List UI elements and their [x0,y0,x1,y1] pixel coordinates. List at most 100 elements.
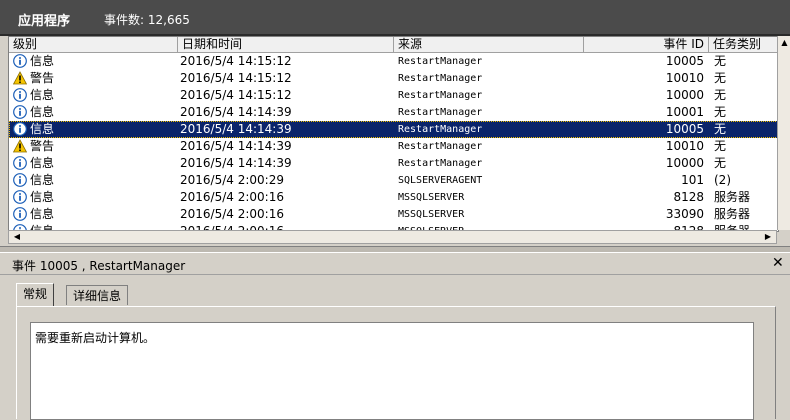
source-cell: RestartManager [398,124,483,135]
table-row[interactable]: 信息 2016/5/4 14:14:39 RestartManager 10001 无 [9,104,778,121]
tab-details[interactable]: 详细信息 [66,285,129,305]
level-cell: 信息 [13,206,178,223]
level-label: 信息 [30,54,55,68]
column-header: 级别 日期和时间 来源 事件 ID 任务类别 [9,37,778,53]
table-row[interactable]: 信息 2016/5/4 2:00:16 MSSQLSERVER 33090 服务器 [9,206,778,223]
datetime-cell: 2016/5/4 2:00:16 [180,190,284,204]
event-rows: 信息 2016/5/4 14:15:12 RestartManager 10005 无警… [9,53,778,231]
tab-general[interactable]: 常规 [16,283,55,307]
detail-header: 事件 10005 , RestartManager ✕ [0,254,790,275]
datetime-cell: 2016/5/4 14:14:39 [180,156,292,170]
level-label: 信息 [30,207,55,221]
close-icon[interactable]: ✕ [772,255,784,271]
info-icon [13,88,30,102]
source-cell: RestartManager [398,73,483,84]
source-cell: RestartManager [398,141,483,152]
info-icon [13,207,30,221]
event-id-cell: 33090 [665,207,704,221]
scroll-up-arrow-icon[interactable]: ▲ [778,36,790,50]
info-icon [13,156,30,170]
source-cell: RestartManager [398,56,483,67]
datetime-cell: 2016/5/4 14:15:12 [180,54,292,68]
event-id-cell: 10005 [665,122,704,136]
source-cell: RestartManager [398,107,483,118]
table-row[interactable]: 信息 2016/5/4 14:14:39 RestartManager 10000 无 [9,155,778,172]
column-event-id[interactable]: 事件 ID [584,37,709,52]
event-id-cell: 8128 [673,190,704,204]
level-label: 信息 [30,173,55,187]
task-category-cell: 无 [714,105,727,119]
task-category-cell: 服务器 [714,207,751,221]
datetime-cell: 2016/5/4 14:15:12 [180,71,292,85]
column-source[interactable]: 来源 [394,37,584,52]
table-row[interactable]: 警告 2016/5/4 14:15:12 RestartManager 10010 无 [9,70,778,87]
warning-icon [13,71,30,85]
source-cell: RestartManager [398,158,483,169]
datetime-cell: 2016/5/4 14:14:39 [180,105,292,119]
source-cell: SQLSERVERAGENT [398,175,483,186]
task-category-cell: 无 [714,88,727,102]
datetime-cell: 2016/5/4 2:00:16 [180,207,284,221]
level-cell: 信息 [13,155,178,172]
event-message: 需要重新启动计算机。 [35,331,156,345]
level-cell: 警告 [13,70,178,87]
pane-splitter[interactable] [0,246,790,253]
vertical-scrollbar[interactable]: ▲ [777,36,790,230]
level-label: 警告 [30,71,55,85]
level-label: 信息 [30,156,55,170]
table-row[interactable]: 信息 2016/5/4 14:14:39 RestartManager 10005 无 [9,121,778,138]
level-label: 信息 [30,122,55,136]
level-label: 信息 [30,190,55,204]
datetime-cell: 2016/5/4 14:15:12 [180,88,292,102]
column-datetime[interactable]: 日期和时间 [178,37,394,52]
table-row[interactable]: 警告 2016/5/4 14:14:39 RestartManager 10010 无 [9,138,778,155]
level-label: 信息 [30,105,55,119]
level-label: 信息 [30,88,55,102]
level-cell: 信息 [13,87,178,104]
level-cell: 信息 [13,172,178,189]
table-row[interactable]: 信息 2016/5/4 2:00:16 MSSQLSERVER 8128 服务器 [9,189,778,206]
scroll-left-arrow-icon[interactable]: ◀ [11,231,23,243]
table-row[interactable]: 信息 2016/5/4 2:00:29 SQLSERVERAGENT 101 (2) [9,172,778,189]
level-cell: 警告 [13,138,178,155]
info-icon [13,54,30,68]
level-cell: 信息 [13,53,178,70]
scroll-right-arrow-icon[interactable]: ▶ [762,231,774,243]
table-row[interactable]: 信息 2016/5/4 14:15:12 RestartManager 10005 无 [9,53,778,70]
event-id-cell: 101 [681,173,704,187]
event-message-box[interactable]: 需要重新启动计算机。 [30,322,754,420]
column-task-category[interactable]: 任务类别 [709,37,778,52]
log-name: 应用程序 [18,14,71,29]
info-icon [13,190,30,204]
task-category-cell: 无 [714,71,727,85]
info-icon [13,105,30,119]
detail-title: 事件 10005 , RestartManager [12,259,186,273]
task-category-cell: 无 [714,122,727,136]
info-icon [13,173,30,187]
level-cell: 信息 [13,104,178,121]
table-row[interactable]: 信息 2016/5/4 14:15:12 RestartManager 10000 无 [9,87,778,104]
task-category-cell: 无 [714,54,727,68]
source-cell: RestartManager [398,90,483,101]
datetime-cell: 2016/5/4 2:00:29 [180,173,284,187]
event-id-cell: 10005 [665,54,704,68]
task-category-cell: 无 [714,139,727,153]
event-id-cell: 10000 [665,88,704,102]
task-category-cell: (2) [714,173,731,187]
event-list[interactable]: 级别 日期和时间 来源 事件 ID 任务类别 信息 2016/5/4 14:15:… [8,36,779,232]
datetime-cell: 2016/5/4 14:14:39 [180,139,292,153]
level-cell: 信息 [13,189,178,206]
source-cell: MSSQLSERVER [398,192,465,203]
event-id-cell: 10001 [665,105,704,119]
log-header: 应用程序 事件数: 12,665 [0,0,790,36]
event-count: 事件数: 12,665 [104,13,190,27]
source-cell: MSSQLSERVER [398,209,465,220]
column-level[interactable]: 级别 [9,37,178,52]
datetime-cell: 2016/5/4 14:14:39 [180,122,292,136]
level-cell: 信息 [13,121,178,138]
horizontal-scrollbar[interactable]: ◀ ▶ [8,230,777,244]
task-category-cell: 无 [714,156,727,170]
event-id-cell: 10000 [665,156,704,170]
warning-icon [13,139,30,153]
level-label: 警告 [30,139,55,153]
